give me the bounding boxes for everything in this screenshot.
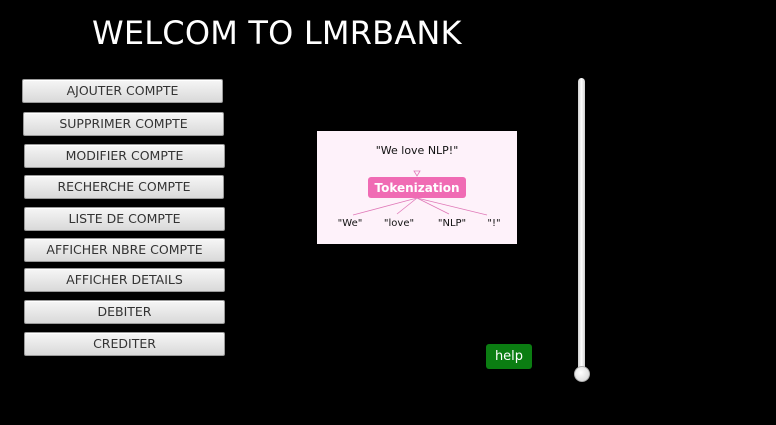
token-arrows — [352, 197, 488, 216]
down-arrow-icon — [413, 170, 421, 177]
token-we: "We" — [338, 218, 363, 229]
app-window: WELCOM TO LMRBANK AJOUTER COMPTE SUPPRIM… — [0, 0, 776, 425]
afficher-details-button[interactable]: AFFICHER DETAILS — [24, 268, 225, 292]
liste-de-compte-button[interactable]: LISTE DE COMPTE — [24, 207, 225, 231]
crediter-button[interactable]: CREDITER — [24, 332, 225, 356]
token-love: "love" — [384, 218, 414, 229]
image-center-label: Tokenization — [374, 181, 459, 195]
recherche-compte-button[interactable]: RECHERCHE COMPTE — [24, 175, 224, 199]
modifier-compte-button[interactable]: MODIFIER COMPTE — [24, 144, 225, 168]
afficher-nbre-compte-button[interactable]: AFFICHER NBRE COMPTE — [24, 238, 225, 262]
ajouter-compte-button[interactable]: AJOUTER COMPTE — [22, 79, 223, 103]
token-exclamation: "!" — [487, 218, 500, 229]
debiter-button[interactable]: DEBITER — [24, 300, 225, 324]
help-button[interactable]: help — [486, 344, 532, 369]
vertical-slider-thumb[interactable] — [574, 366, 590, 382]
image-sentence: "We love NLP!" — [376, 144, 459, 157]
page-title: WELCOM TO LMRBANK — [92, 14, 462, 52]
token-nlp: "NLP" — [438, 218, 466, 229]
vertical-slider-track[interactable] — [578, 78, 585, 374]
tokenization-image: "We love NLP!" Tokenization "We" "love" … — [317, 131, 517, 244]
supprimer-compte-button[interactable]: SUPPRIMER COMPTE — [23, 112, 224, 136]
